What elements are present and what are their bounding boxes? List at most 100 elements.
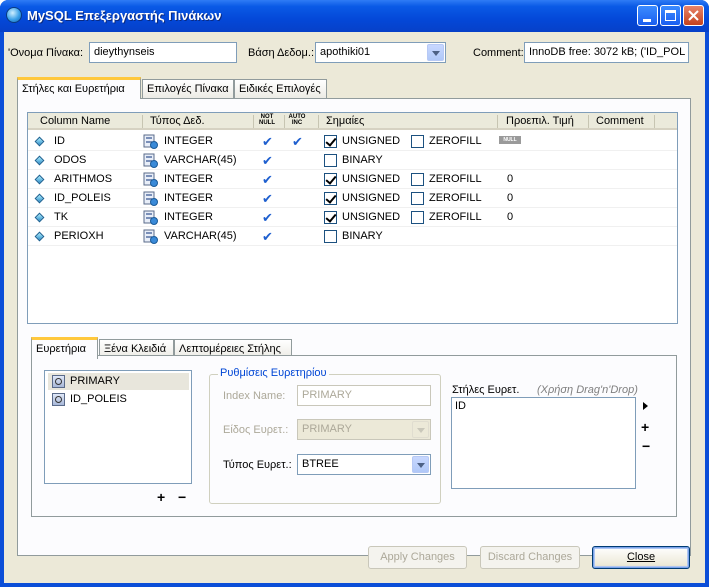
header-comment[interactable]: Comment: [596, 115, 644, 127]
column-type[interactable]: VARCHAR(45): [164, 230, 237, 242]
column-diamond-icon: [34, 212, 45, 223]
tab-advanced-options[interactable]: Ειδικές Επιλογές: [234, 79, 327, 98]
column-diamond-icon: [34, 155, 45, 166]
column-type[interactable]: INTEGER: [164, 211, 213, 223]
auto-inc-check-icon[interactable]: ✔: [292, 134, 303, 150]
flag2-checkbox[interactable]: [411, 135, 424, 148]
flag2-checkbox[interactable]: [411, 211, 424, 224]
not-null-check-icon[interactable]: ✔: [262, 191, 273, 207]
column-name[interactable]: ID: [54, 135, 65, 147]
header-auto-inc[interactable]: AUTO INC: [287, 114, 307, 126]
column-name[interactable]: ODOS: [54, 154, 86, 166]
datatype-icon: [143, 191, 158, 206]
index-columns-list[interactable]: ID: [451, 397, 636, 489]
column-type[interactable]: INTEGER: [164, 135, 213, 147]
table-row[interactable]: ID_POLEIS INTEGER ✔ UNSIGNED ZEROFILL 0: [28, 189, 677, 208]
remove-index-button[interactable]: −: [178, 489, 186, 505]
comment-label: Comment:: [473, 47, 524, 59]
not-null-check-icon[interactable]: ✔: [262, 153, 273, 169]
indices-list[interactable]: PRIMARY ID_POLEIS: [44, 370, 192, 484]
add-index-button[interactable]: +: [157, 489, 165, 505]
chevron-down-icon[interactable]: [427, 44, 444, 61]
close-button[interactable]: Close: [592, 546, 690, 569]
column-type[interactable]: INTEGER: [164, 173, 213, 185]
index-item-primary[interactable]: PRIMARY: [48, 373, 189, 390]
table-row[interactable]: ID INTEGER ✔ ✔ UNSIGNED ZEROFILL NULL: [28, 132, 677, 151]
database-select[interactable]: apothiki01: [315, 42, 446, 63]
column-name[interactable]: TK: [54, 211, 68, 223]
not-null-check-icon[interactable]: ✔: [262, 210, 273, 226]
minimize-button[interactable]: [637, 5, 658, 26]
flag1-checkbox[interactable]: [324, 211, 337, 224]
index-icon: [52, 375, 65, 388]
index-name-field[interactable]: PRIMARY: [297, 385, 431, 406]
flag1-checkbox[interactable]: [324, 173, 337, 186]
grid-header: Column Name Τύπος Δεδ. NOT NULL AUTO INC Σ…: [28, 113, 677, 130]
database-label: Βάση Δεδομ.:: [248, 47, 314, 59]
column-default[interactable]: 0: [507, 192, 513, 204]
index-type-value: BTREE: [302, 458, 339, 470]
index-type-select[interactable]: BTREE: [297, 454, 431, 475]
flag1-checkbox[interactable]: [324, 135, 337, 148]
header-flags[interactable]: Σημαίες: [326, 115, 364, 127]
window-title: MySQL Επεξεργαστής Πινάκων: [27, 8, 222, 23]
flag2-checkbox[interactable]: [411, 192, 424, 205]
not-null-check-icon[interactable]: ✔: [262, 134, 273, 150]
null-badge: NULL: [499, 136, 521, 144]
not-null-check-icon[interactable]: ✔: [262, 229, 273, 245]
maximize-button[interactable]: [660, 5, 681, 26]
tab-indices[interactable]: Ευρετήρια: [31, 337, 98, 359]
comment-field[interactable]: InnoDB free: 3072 kB; ('ID_POL: [524, 42, 689, 63]
datatype-icon: [143, 210, 158, 225]
minimize-icon: [643, 19, 651, 22]
flag2-checkbox[interactable]: [411, 173, 424, 186]
play-arrow-icon[interactable]: [643, 402, 648, 410]
chevron-down-icon[interactable]: [412, 421, 429, 438]
close-window-button[interactable]: [683, 5, 704, 26]
header-column-name[interactable]: Column Name: [40, 115, 110, 127]
datatype-icon: [143, 229, 158, 244]
table-row[interactable]: ODOS VARCHAR(45) ✔ BINARY: [28, 151, 677, 170]
flag2-label: ZEROFILL: [429, 173, 482, 185]
flag1-checkbox[interactable]: [324, 192, 337, 205]
header-not-null[interactable]: NOT NULL: [257, 114, 277, 126]
apply-changes-button[interactable]: Apply Changes: [368, 546, 467, 569]
column-default[interactable]: 0: [507, 211, 513, 223]
column-diamond-icon: [34, 193, 45, 204]
index-column-item[interactable]: ID: [455, 400, 466, 412]
title-bar[interactable]: MySQL Επεξεργαστής Πινάκων: [0, 0, 709, 32]
datatype-icon: [143, 172, 158, 187]
remove-index-column-button[interactable]: −: [642, 438, 650, 454]
column-default[interactable]: 0: [507, 173, 513, 185]
flag1-label: UNSIGNED: [342, 211, 401, 223]
columns-grid[interactable]: Column Name Τύπος Δεδ. NOT NULL AUTO INC Σ…: [27, 112, 678, 324]
discard-changes-button[interactable]: Discard Changes: [480, 546, 580, 569]
index-kind-value: PRIMARY: [302, 423, 352, 435]
index-item-id-poleis[interactable]: ID_POLEIS: [48, 391, 189, 408]
header-type[interactable]: Τύπος Δεδ.: [150, 115, 205, 127]
column-name[interactable]: PERIOXH: [54, 230, 104, 242]
flag1-checkbox[interactable]: [324, 230, 337, 243]
index-kind-select[interactable]: PRIMARY: [297, 419, 431, 440]
table-name-field[interactable]: dieythynseis: [89, 42, 237, 63]
flag1-label: UNSIGNED: [342, 173, 401, 185]
index-columns-label: Στήλες Ευρετ.: [452, 384, 520, 396]
mysql-app-icon: [6, 7, 22, 23]
column-type[interactable]: INTEGER: [164, 192, 213, 204]
flag1-label: UNSIGNED: [342, 192, 401, 204]
index-kind-label: Είδος Ευρετ.:: [223, 424, 289, 436]
column-name[interactable]: ID_POLEIS: [54, 192, 111, 204]
tab-table-options[interactable]: Επιλογές Πίνακα: [142, 79, 234, 98]
column-type[interactable]: VARCHAR(45): [164, 154, 237, 166]
flag1-label: BINARY: [342, 154, 383, 166]
flag1-checkbox[interactable]: [324, 154, 337, 167]
header-default[interactable]: Προεπιλ. Τιμή: [506, 115, 574, 127]
table-row[interactable]: ARITHMOS INTEGER ✔ UNSIGNED ZEROFILL 0: [28, 170, 677, 189]
chevron-down-icon[interactable]: [412, 456, 429, 473]
column-name[interactable]: ARITHMOS: [54, 173, 112, 185]
table-row[interactable]: PERIOXH VARCHAR(45) ✔ BINARY: [28, 227, 677, 246]
add-index-column-button[interactable]: +: [641, 419, 649, 435]
table-row[interactable]: TK INTEGER ✔ UNSIGNED ZEROFILL 0: [28, 208, 677, 227]
tab-columns-indices[interactable]: Στήλες και Ευρετήρια: [17, 77, 141, 99]
not-null-check-icon[interactable]: ✔: [262, 172, 273, 188]
